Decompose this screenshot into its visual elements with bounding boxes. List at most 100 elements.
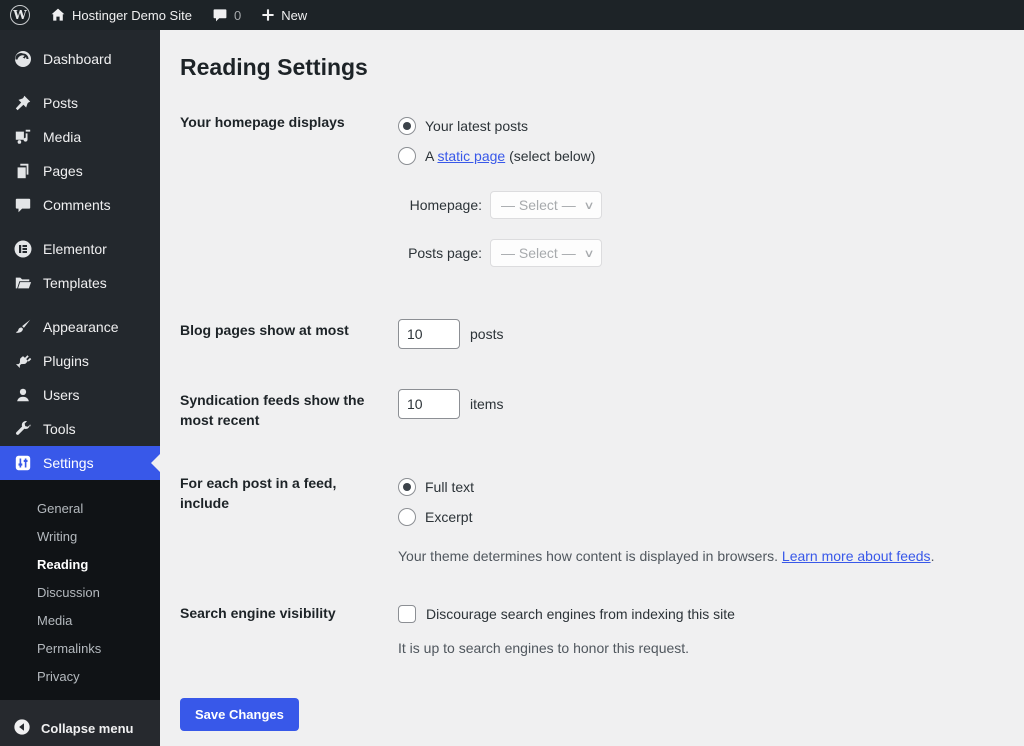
- sidebar-item-settings[interactable]: Settings: [0, 446, 160, 480]
- feed-content-controls: Full text Excerpt Your theme determines …: [398, 472, 1000, 566]
- sidebar-item-media[interactable]: Media: [0, 120, 160, 154]
- latest-posts-option[interactable]: Your latest posts: [398, 111, 1000, 141]
- excerpt-radio[interactable]: [398, 508, 416, 526]
- admin-bar: W Hostinger Demo Site 0 New: [0, 0, 1024, 30]
- learn-more-feeds-link[interactable]: Learn more about feeds: [782, 548, 931, 564]
- latest-posts-radio[interactable]: [398, 117, 416, 135]
- sidebar-item-pages[interactable]: Pages: [0, 154, 160, 188]
- discourage-indexing-checkbox[interactable]: [398, 605, 416, 623]
- sidebar-item-tools[interactable]: Tools: [0, 412, 160, 446]
- latest-posts-option-label: Your latest posts: [425, 118, 528, 134]
- submenu-item-discussion[interactable]: Discussion: [0, 578, 160, 606]
- static-page-option[interactable]: A static page (select below): [398, 141, 1000, 171]
- reading-settings-form: Your homepage displays Your latest posts…: [180, 111, 1000, 731]
- wordpress-menu-button[interactable]: W: [0, 0, 40, 30]
- sidebar-item-elementor[interactable]: Elementor: [0, 232, 160, 266]
- sidebar-item-label: Appearance: [43, 319, 119, 335]
- sidebar-item-appearance[interactable]: Appearance: [0, 310, 160, 344]
- submenu-item-privacy[interactable]: Privacy: [0, 662, 160, 690]
- sidebar-item-plugins[interactable]: Plugins: [0, 344, 160, 378]
- reading-settings-page: Reading Settings Your homepage displays …: [160, 30, 1024, 746]
- sidebar-item-label: Media: [43, 129, 82, 145]
- posts-page-select[interactable]: — Select — ∨: [490, 239, 602, 267]
- media-icon: [13, 127, 33, 147]
- wrench-icon: [13, 419, 33, 439]
- search-visibility-label: Search engine visibility: [180, 605, 336, 621]
- syndication-feeds-row: Syndication feeds show the most recent i…: [180, 389, 1000, 430]
- home-icon: [50, 7, 66, 23]
- search-visibility-row: Search engine visibility Discourage sear…: [180, 602, 1000, 658]
- submenu-item-writing[interactable]: Writing: [0, 522, 160, 550]
- plug-icon: [13, 351, 33, 371]
- excerpt-option-label: Excerpt: [425, 509, 473, 525]
- blog-pages-label: Blog pages show at most: [180, 322, 349, 338]
- new-content-button[interactable]: New: [251, 0, 317, 30]
- posts-suffix-label: posts: [470, 326, 504, 342]
- posts-per-page-input[interactable]: [398, 319, 460, 349]
- static-page-radio[interactable]: [398, 147, 416, 165]
- sidebar-item-comments[interactable]: Comments: [0, 188, 160, 222]
- wordpress-logo-icon: W: [10, 5, 30, 25]
- feed-description-text: Your theme determines how content is dis…: [398, 548, 782, 564]
- comments-icon: [212, 7, 228, 23]
- sidebar-item-label: Dashboard: [43, 51, 112, 67]
- sidebar-item-users[interactable]: Users: [0, 378, 160, 412]
- blog-pages-controls: posts: [398, 319, 1000, 349]
- sidebar-item-label: Pages: [43, 163, 83, 179]
- sliders-icon: [13, 453, 33, 473]
- posts-page-select-row: Posts page: — Select — ∨: [398, 239, 1000, 267]
- collapse-strip: Collapse menu: [0, 700, 160, 746]
- submenu-item-media[interactable]: Media: [0, 606, 160, 634]
- comments-count: 0: [233, 7, 242, 23]
- posts-page-select-value: — Select —: [501, 245, 576, 261]
- blog-pages-row: Blog pages show at most posts: [180, 319, 1000, 349]
- plus-icon: [261, 8, 275, 22]
- blog-pages-input-line: posts: [398, 319, 1000, 349]
- sidebar-item-templates[interactable]: Templates: [0, 266, 160, 300]
- static-page-prefix: A: [425, 148, 438, 164]
- chevron-down-icon: ∨: [583, 199, 595, 212]
- save-changes-button[interactable]: Save Changes: [180, 698, 299, 731]
- settings-submenu: General Writing Reading Discussion Media…: [0, 480, 160, 700]
- static-page-link[interactable]: static page: [437, 148, 505, 164]
- sidebar-item-label: Users: [43, 387, 80, 403]
- discourage-indexing-option[interactable]: Discourage search engines from indexing …: [398, 602, 1000, 626]
- submenu-item-permalinks[interactable]: Permalinks: [0, 634, 160, 662]
- discourage-indexing-label: Discourage search engines from indexing …: [426, 606, 735, 622]
- feed-content-label: For each post in a feed, include: [180, 475, 337, 511]
- full-text-option[interactable]: Full text: [398, 472, 1000, 502]
- syndication-input-line: items: [398, 389, 1000, 419]
- comment-icon: [13, 195, 33, 215]
- submenu-item-reading[interactable]: Reading: [0, 550, 160, 578]
- sidebar-item-label: Tools: [43, 421, 76, 437]
- pages-icon: [13, 161, 33, 181]
- posts-page-select-label: Posts page:: [408, 245, 482, 261]
- static-page-suffix: (select below): [505, 148, 596, 164]
- folder-icon: [13, 273, 33, 293]
- homepage-select-row: Homepage: — Select — ∨: [398, 191, 1000, 219]
- sidebar-item-posts[interactable]: Posts: [0, 86, 160, 120]
- sidebar-item-dashboard[interactable]: Dashboard: [0, 42, 160, 76]
- submenu-item-general[interactable]: General: [0, 494, 160, 522]
- page-title: Reading Settings: [180, 54, 368, 80]
- comments-badge[interactable]: 0: [202, 0, 251, 30]
- homepage-select[interactable]: — Select — ∨: [490, 191, 602, 219]
- admin-menu: Dashboard Posts Media Pages Comments Ele…: [0, 30, 160, 480]
- sidebar-item-label: Comments: [43, 197, 111, 213]
- site-name-link[interactable]: Hostinger Demo Site: [40, 0, 202, 30]
- sidebar-item-label: Elementor: [43, 241, 107, 257]
- sidebar-item-label: Settings: [43, 455, 94, 471]
- sidebar-item-label: Posts: [43, 95, 79, 111]
- excerpt-option[interactable]: Excerpt: [398, 502, 1000, 532]
- collapse-menu-button[interactable]: Collapse menu: [0, 711, 160, 745]
- elementor-icon: [13, 239, 33, 259]
- full-text-radio[interactable]: [398, 478, 416, 496]
- homepage-select-value: — Select —: [501, 197, 576, 213]
- site-name-label: Hostinger Demo Site: [72, 7, 192, 23]
- feed-items-input[interactable]: [398, 389, 460, 419]
- search-visibility-description: It is up to search engines to honor this…: [398, 640, 690, 656]
- feed-description: Your theme determines how content is dis…: [398, 546, 1000, 566]
- homepage-displays-label: Your homepage displays: [180, 114, 345, 130]
- homepage-displays-row: Your homepage displays Your latest posts…: [180, 111, 1000, 267]
- admin-sidebar: Dashboard Posts Media Pages Comments Ele…: [0, 30, 160, 746]
